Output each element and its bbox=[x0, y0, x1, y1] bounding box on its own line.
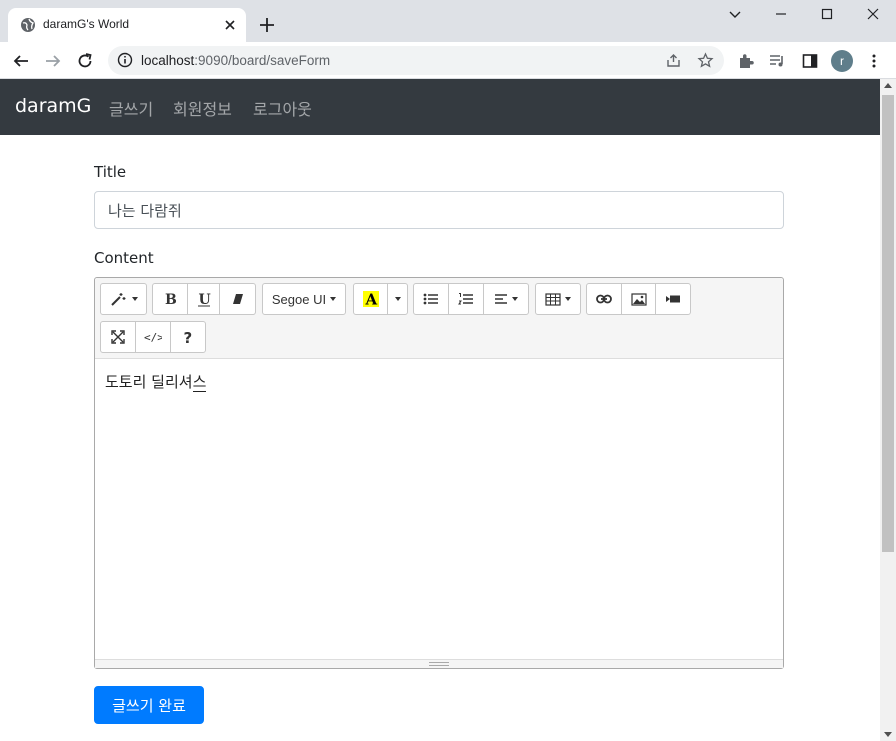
page-scrollbar[interactable] bbox=[880, 79, 896, 741]
svg-text:A: A bbox=[364, 291, 377, 309]
paragraph-align-dropdown[interactable] bbox=[483, 283, 529, 315]
address-bar[interactable]: localhost:9090/board/saveForm bbox=[108, 46, 724, 75]
forward-arrow-icon[interactable] bbox=[43, 51, 63, 71]
media-playlist-icon[interactable] bbox=[768, 52, 786, 70]
help-icon: ? bbox=[184, 330, 193, 345]
resize-grip-icon bbox=[429, 662, 449, 666]
font-name-label: Segoe UI bbox=[271, 291, 327, 307]
text-color-dropdown-button[interactable] bbox=[387, 283, 408, 315]
nav-link-write[interactable]: 글쓰기 bbox=[109, 96, 153, 120]
editor-toolbar: B U Segoe UI A </> ? bbox=[95, 278, 783, 359]
svg-text:?: ? bbox=[184, 330, 193, 345]
editor-composing-char: 스 bbox=[192, 373, 207, 392]
font-name-dropdown[interactable]: Segoe UI bbox=[262, 283, 346, 315]
extensions-icon[interactable] bbox=[737, 52, 755, 70]
content-label: Content bbox=[94, 249, 154, 267]
submit-post-button[interactable]: 글쓰기 완료 bbox=[94, 686, 204, 724]
scroll-down-arrow-icon[interactable] bbox=[884, 732, 892, 737]
bold-icon: B bbox=[165, 292, 177, 307]
code-icon: </> bbox=[144, 331, 162, 343]
unordered-list-button[interactable] bbox=[413, 283, 449, 315]
star-icon[interactable] bbox=[697, 52, 714, 69]
back-arrow-icon[interactable] bbox=[11, 51, 31, 71]
globe-icon bbox=[21, 18, 35, 32]
scrollbar-thumb[interactable] bbox=[882, 95, 894, 552]
browser-tab[interactable]: daramG's World bbox=[8, 8, 246, 42]
clear-format-button[interactable] bbox=[219, 283, 256, 315]
nav-link-logout[interactable]: 로그아웃 bbox=[253, 96, 312, 120]
code-view-button[interactable]: </> bbox=[135, 321, 171, 353]
scroll-up-arrow-icon[interactable] bbox=[884, 83, 892, 88]
underline-icon: U bbox=[197, 292, 210, 307]
title-input[interactable] bbox=[94, 191, 784, 229]
close-window-icon[interactable] bbox=[865, 6, 881, 22]
help-button[interactable]: ? bbox=[170, 321, 206, 353]
editor-resize-handle[interactable] bbox=[95, 659, 783, 668]
profile-avatar[interactable]: r bbox=[831, 50, 853, 72]
magic-wand-icon bbox=[110, 293, 125, 306]
tab-title: daramG's World bbox=[43, 17, 130, 31]
more-menu-icon[interactable] bbox=[865, 52, 883, 70]
image-icon bbox=[630, 292, 647, 306]
numbered-list-icon bbox=[458, 293, 473, 305]
text-color-button[interactable]: A bbox=[353, 283, 388, 315]
browser-toolbar: localhost:9090/board/saveForm r bbox=[0, 42, 896, 79]
link-icon bbox=[596, 294, 612, 304]
rich-text-editor: B U Segoe UI A </> ? 도토리 딜리셔스 bbox=[94, 277, 784, 669]
link-button[interactable] bbox=[586, 283, 622, 315]
underline-button[interactable]: U bbox=[187, 283, 220, 315]
page-viewport: daramG 글쓰기 회원정보 로그아웃 Title Content B U bbox=[0, 79, 880, 741]
ordered-list-button[interactable] bbox=[448, 283, 484, 315]
svg-text:U: U bbox=[198, 292, 210, 307]
close-tab-icon[interactable] bbox=[222, 17, 238, 33]
bullet-list-icon bbox=[423, 293, 438, 305]
maximize-icon[interactable] bbox=[819, 6, 835, 22]
fullscreen-icon bbox=[111, 330, 125, 344]
editor-text: 도토리 딜리셔 bbox=[105, 373, 193, 391]
video-icon bbox=[666, 295, 680, 303]
site-navbar: daramG 글쓰기 회원정보 로그아웃 bbox=[0, 79, 880, 135]
font-color-icon: A bbox=[362, 291, 379, 309]
style-dropdown-button[interactable] bbox=[100, 283, 147, 315]
reload-icon[interactable] bbox=[75, 51, 95, 71]
url-text: localhost:9090/board/saveForm bbox=[141, 53, 331, 68]
align-left-icon bbox=[495, 294, 507, 304]
share-icon[interactable] bbox=[665, 52, 682, 69]
fullscreen-button[interactable] bbox=[100, 321, 136, 353]
nav-link-user-info[interactable]: 회원정보 bbox=[173, 96, 232, 120]
image-button[interactable] bbox=[621, 283, 656, 315]
minimize-icon[interactable] bbox=[773, 6, 789, 22]
browser-tab-strip: daramG's World bbox=[0, 0, 896, 42]
brand-link[interactable]: daramG bbox=[15, 95, 91, 117]
side-panel-icon[interactable] bbox=[801, 52, 819, 70]
table-dropdown-button[interactable] bbox=[535, 283, 581, 315]
chevron-down-icon[interactable] bbox=[727, 6, 743, 22]
video-button[interactable] bbox=[655, 283, 691, 315]
svg-text:</>: </> bbox=[144, 331, 162, 343]
title-label: Title bbox=[94, 163, 127, 181]
eraser-icon bbox=[232, 294, 243, 304]
table-icon bbox=[545, 292, 561, 306]
editor-content-area[interactable]: 도토리 딜리셔스 bbox=[95, 359, 783, 659]
info-icon[interactable] bbox=[117, 52, 133, 68]
new-tab-icon[interactable] bbox=[258, 16, 276, 34]
bold-button[interactable]: B bbox=[152, 283, 188, 315]
svg-text:B: B bbox=[165, 292, 177, 307]
